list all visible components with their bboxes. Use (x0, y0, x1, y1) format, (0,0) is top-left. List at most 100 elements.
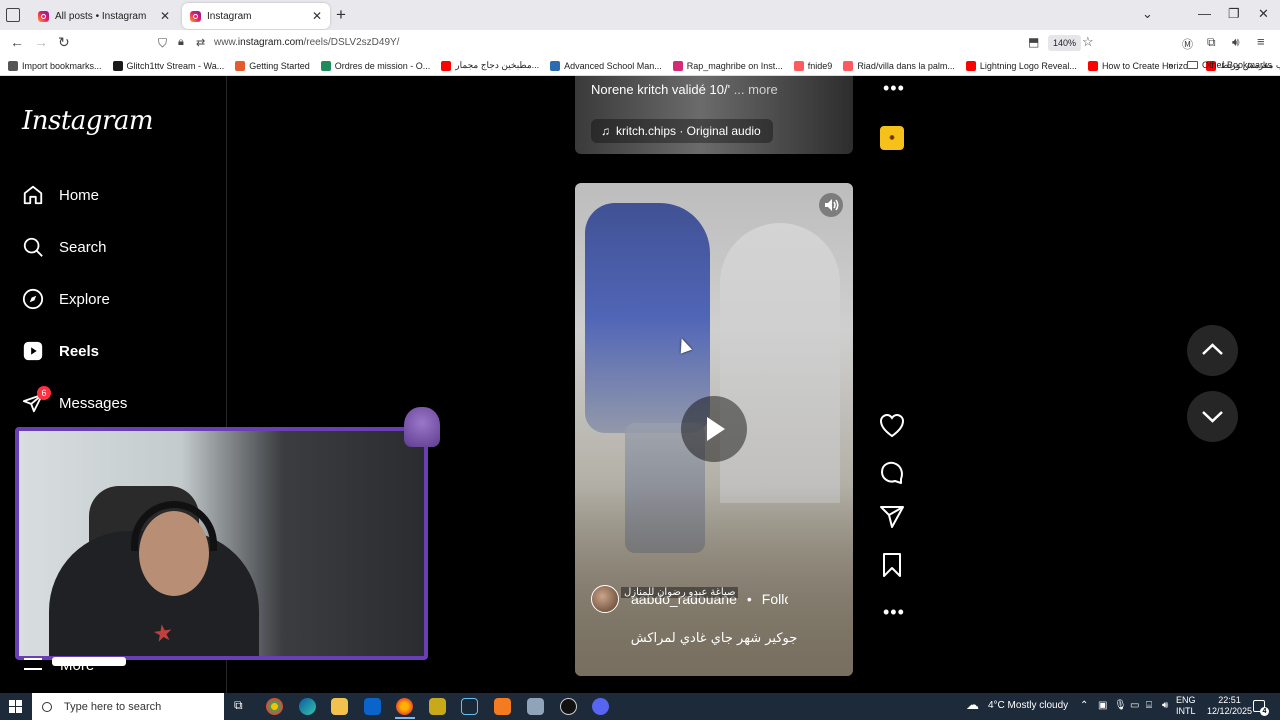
tray-expand-icon[interactable]: ⌃ (1080, 700, 1088, 711)
back-icon[interactable]: ← (10, 34, 24, 50)
previous-reel[interactable]: Norene kritch validé 10/' ... more ♫ kri… (575, 76, 853, 154)
follow-button[interactable]: Follow (762, 591, 788, 607)
app-icon[interactable] (527, 698, 544, 715)
system-clock[interactable]: 22:51 12/12/2025 (1207, 695, 1252, 717)
bookmark-label: Riad/villa dans la palm... (857, 60, 955, 71)
previous-reel-caption[interactable]: Norene kritch validé 10/' ... more (591, 82, 778, 97)
mascot-icon (404, 407, 440, 447)
new-tab-icon[interactable]: + (336, 5, 346, 25)
sidebar-item-reels[interactable]: Reels (22, 340, 99, 362)
address-bar[interactable]: www.instagram.com/reels/DSLV2szD49Y/ (214, 37, 399, 48)
sidebar-item-messages[interactable]: 6 Messages (22, 386, 127, 414)
bookmark-item[interactable]: Getting Started (235, 60, 310, 71)
language-layout: INTL (1176, 706, 1196, 716)
permissions-icon[interactable]: ⇄ (196, 36, 205, 49)
audio-thumbnail-icon[interactable]: ◉ (880, 126, 904, 150)
sidebar-item-home[interactable]: Home (22, 184, 99, 206)
download-icon[interactable]: ⬒ (1028, 35, 1039, 49)
bookmark-item[interactable]: Import bookmarks... (8, 60, 102, 71)
airbnb-icon (793, 60, 804, 71)
bookmark-item[interactable]: مطبخين دجاج مجمار... (441, 60, 539, 71)
reel-video[interactable]: aabdo_radouane • Follow صياغة عبدو رضوان… (575, 183, 853, 676)
more-options-icon[interactable]: ••• (883, 78, 905, 99)
zoom-level[interactable]: 140% (1048, 35, 1082, 51)
restore-icon[interactable]: ❐ (1228, 6, 1240, 22)
steam-icon[interactable] (461, 698, 478, 715)
network-icon[interactable]: ⌸ (1146, 700, 1152, 711)
task-view-icon[interactable]: ⧉ (234, 698, 243, 713)
weather-text[interactable]: 4°C Mostly cloudy (988, 700, 1068, 711)
next-reel-button[interactable] (1187, 391, 1238, 442)
weather-icon: ☁ (966, 697, 979, 712)
tab-list-icon[interactable] (6, 8, 20, 22)
chrome-icon[interactable] (266, 698, 283, 715)
tray-app-icon[interactable]: ▭ (1130, 700, 1139, 711)
save-bookmark-icon[interactable] (878, 551, 906, 579)
edge-icon[interactable] (299, 698, 316, 715)
bookmark-label: Import bookmarks... (22, 60, 102, 71)
bookmark-item[interactable]: Glitch1ttv Stream - Wa... (112, 60, 224, 71)
bookmarks-overflow-icon[interactable]: » (1168, 60, 1173, 70)
app-icon[interactable] (494, 698, 511, 715)
bookmark-item[interactable]: Advanced School Man... (550, 60, 662, 71)
more-link[interactable]: ... more (734, 82, 778, 97)
extensions-icon[interactable]: ⧉ (1207, 35, 1216, 50)
discord-icon[interactable] (592, 698, 609, 715)
notifications-icon[interactable]: 4 (1253, 700, 1269, 716)
account-icon[interactable]: Ⓜ (1182, 36, 1193, 52)
menu-icon[interactable]: ≡ (1257, 34, 1265, 49)
video-overlay-text: صياغة عبدو رضوان للمنازل (621, 587, 739, 598)
close-tab-icon[interactable]: ✕ (312, 9, 322, 23)
bookmark-item[interactable]: fnide9 (793, 60, 832, 71)
url-path: /reels/DSLV2szD49Y/ (303, 37, 400, 48)
tab-instagram[interactable]: Instagram ✕ (182, 3, 330, 29)
other-bookmarks[interactable]: » Other Bookmarks (1168, 60, 1272, 70)
volume-icon[interactable] (819, 193, 843, 217)
webcam-overlay: ★ (15, 427, 428, 660)
audio-label: kritch.chips · Original audio (616, 124, 761, 138)
audio-tag[interactable]: ♫ kritch.chips · Original audio (591, 119, 773, 143)
sidebar-item-explore[interactable]: Explore (22, 288, 110, 310)
lock-icon[interactable]: 🔒︎ (178, 36, 184, 49)
shield-icon[interactable]: ⛉ (158, 36, 167, 51)
comment-icon[interactable] (878, 459, 906, 487)
taskbar-search-input[interactable]: Type here to search (32, 693, 224, 720)
bookmark-star-icon[interactable]: ☆ (1082, 34, 1094, 50)
more-options-icon[interactable]: ••• (883, 602, 905, 623)
play-icon[interactable] (681, 396, 747, 462)
volume-icon[interactable]: 🔊︎ (1162, 700, 1168, 711)
previous-reel-button[interactable] (1187, 325, 1238, 376)
clock-time: 22:51 (1218, 695, 1241, 705)
instagram-icon (672, 60, 683, 71)
audio-icon[interactable]: 🔊︎ (1232, 35, 1240, 50)
firefox-icon[interactable] (396, 698, 413, 715)
avatar[interactable] (591, 585, 619, 613)
share-icon[interactable] (878, 503, 906, 531)
microphone-icon[interactable]: 🎙︎ (1114, 700, 1127, 711)
close-tab-icon[interactable]: ✕ (160, 9, 170, 23)
reel-caption[interactable]: جوكير شهر جاي غادي لمراكش (575, 631, 853, 646)
bookmarks-bar: Import bookmarks... Glitch1ttv Stream - W… (0, 56, 1280, 76)
more-menu-icon[interactable] (24, 658, 42, 670)
bookmark-item[interactable]: Riad/villa dans la palm... (843, 60, 955, 71)
forward-icon[interactable]: → (34, 34, 48, 50)
app-icon[interactable] (560, 698, 577, 715)
sidebar-item-search[interactable]: Search (22, 236, 107, 258)
close-window-icon[interactable]: ✕ (1258, 6, 1269, 22)
tab-overflow-icon[interactable]: ⌄ (1142, 6, 1153, 22)
tray-app-icon[interactable]: ▣ (1098, 700, 1107, 711)
bookmark-item[interactable]: Ordres de mission - O... (320, 60, 430, 71)
instagram-logo[interactable]: Instagram (22, 106, 154, 136)
minimize-icon[interactable]: — (1198, 6, 1211, 21)
reload-icon[interactable]: ↻ (58, 34, 70, 51)
bookmark-item[interactable]: Lightning Logo Reveal... (965, 60, 1077, 71)
app-icon[interactable] (429, 698, 446, 715)
like-heart-icon[interactable] (878, 412, 906, 440)
file-explorer-icon[interactable] (331, 698, 348, 715)
outlook-icon[interactable] (364, 698, 381, 715)
language-indicator[interactable]: ENG INTL (1176, 695, 1196, 717)
tab-all-posts[interactable]: All posts • Instagram ✕ (30, 3, 178, 29)
active-app-indicator (395, 717, 415, 719)
bookmark-item[interactable]: Rap_maghribe on Inst... (672, 60, 783, 71)
windows-start-icon[interactable] (9, 700, 22, 713)
